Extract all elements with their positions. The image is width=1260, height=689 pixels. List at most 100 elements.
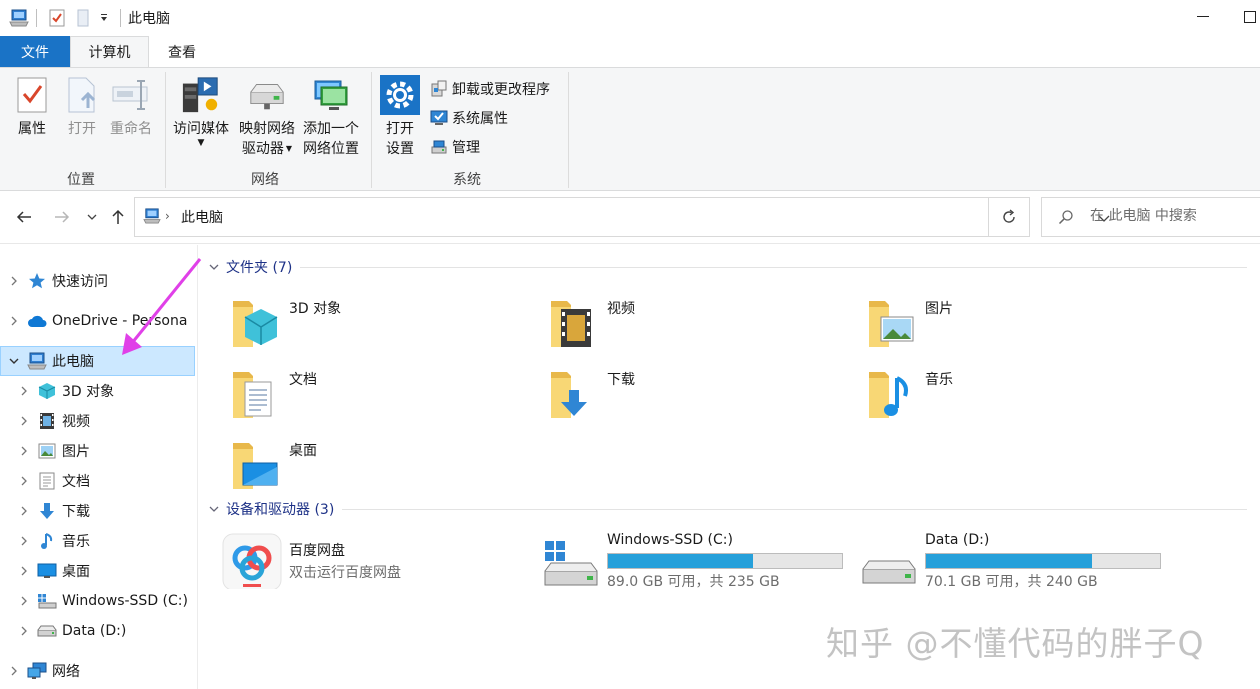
nav-label: 文档 [62, 474, 90, 490]
chevron-down-icon[interactable] [7, 354, 21, 368]
ribbon: 属性 打开 重命名 位置 访问媒体 ▼ 映射网络 驱动器 ▼ 添加一个 网络位置… [0, 67, 1260, 191]
up-button[interactable] [106, 205, 130, 229]
nav-label: OneDrive - Persona [52, 313, 188, 329]
access-media-button[interactable]: 访问媒体 ▼ [170, 74, 232, 148]
rename-icon [111, 74, 151, 116]
customize-toolbar-icon[interactable] [96, 7, 112, 29]
device-subtitle: 70.1 GB 可用，共 240 GB [925, 574, 1098, 590]
folder-pictures[interactable]: 图片 [835, 291, 1135, 355]
refresh-button[interactable] [989, 197, 1030, 237]
device-data-drive[interactable]: Data (D:) 70.1 GB 可用，共 240 GB [835, 529, 1161, 595]
nav-label: 3D 对象 [62, 384, 115, 400]
folder-downloads[interactable]: 下载 [517, 362, 817, 426]
forward-button[interactable] [50, 205, 74, 229]
tab-view[interactable]: 查看 [150, 36, 214, 67]
nav-3d-objects[interactable]: 3D 对象 [0, 376, 195, 406]
chevron-right-icon[interactable] [7, 664, 21, 678]
chevron-down-icon[interactable] [207, 505, 221, 513]
nav-windows-ssd[interactable]: Windows-SSD (C:) [0, 586, 195, 616]
computer-icon [143, 208, 161, 228]
nav-label: Data (D:) [62, 623, 127, 639]
recent-locations-button[interactable] [80, 205, 104, 229]
uninstall-programs-button[interactable]: 卸载或更改程序 [429, 77, 550, 101]
chevron-right-icon[interactable] [17, 444, 31, 458]
breadcrumb-chevron-icon[interactable]: › [165, 209, 170, 223]
open-label: 打开 [68, 121, 96, 137]
rename-label: 重命名 [110, 121, 152, 137]
maximize-button[interactable] [1240, 0, 1260, 34]
device-windows-ssd[interactable]: Windows-SSD (C:) 89.0 GB 可用，共 235 GB [517, 529, 843, 595]
tab-computer[interactable]: 计算机 [70, 36, 149, 68]
open-button[interactable]: 打开 [62, 74, 102, 139]
nav-data-drive[interactable]: Data (D:) [0, 616, 195, 646]
nav-pictures[interactable]: 图片 [0, 436, 195, 466]
chevron-right-icon[interactable] [17, 534, 31, 548]
minimize-button[interactable] [1180, 0, 1226, 34]
folder-name: 桌面 [289, 443, 317, 459]
nav-label: 音乐 [62, 534, 90, 550]
nav-downloads[interactable]: 下载 [0, 496, 195, 526]
chevron-right-icon[interactable] [17, 624, 31, 638]
folder-videos[interactable]: 视频 [517, 291, 817, 355]
nav-onedrive[interactable]: OneDrive - Persona [0, 306, 195, 336]
folder-documents[interactable]: 文档 [199, 362, 499, 426]
properties-label: 属性 [18, 121, 46, 137]
map-network-drive-label-2: 驱动器 [241, 141, 284, 157]
window-title: 此电脑 [128, 11, 170, 27]
chevron-right-icon[interactable] [17, 414, 31, 428]
nav-this-pc[interactable]: 此电脑 [0, 346, 195, 376]
folders-header-label: 文件夹 (7) [226, 260, 293, 276]
network-location-icon [311, 74, 351, 116]
open-settings-label-1: 打开 [386, 121, 414, 137]
properties-button[interactable]: 属性 [12, 74, 52, 139]
network-icon [27, 661, 47, 681]
folders-section-header[interactable]: 文件夹 (7) [207, 256, 1247, 278]
desktop-icon [233, 443, 278, 489]
folder-name: 音乐 [925, 372, 953, 388]
tab-file[interactable]: 文件 [0, 36, 70, 67]
nav-quick-access[interactable]: 快速访问 [0, 266, 195, 296]
dropdown-arrow-icon: ▼ [197, 138, 205, 148]
nav-network[interactable]: 网络 [0, 656, 195, 686]
new-folder-icon[interactable] [72, 7, 94, 29]
chevron-right-icon[interactable] [17, 474, 31, 488]
group-label-system: 系统 [453, 172, 481, 188]
chevron-right-icon[interactable] [17, 384, 31, 398]
baidu-netdisk-icon [222, 533, 282, 589]
device-name: Windows-SSD (C:) [607, 532, 733, 548]
computer-icon [27, 351, 47, 371]
nav-documents[interactable]: 文档 [0, 466, 195, 496]
chevron-right-icon[interactable] [7, 314, 21, 328]
chevron-right-icon[interactable] [17, 504, 31, 518]
device-baidu-netdisk[interactable]: 百度网盘 双击运行百度网盘 [199, 532, 519, 598]
chevron-right-icon[interactable] [17, 564, 31, 578]
chevron-down-icon[interactable] [207, 263, 221, 271]
back-button[interactable] [12, 205, 36, 229]
folder-desktop[interactable]: 桌面 [199, 433, 499, 497]
nav-music[interactable]: 音乐 [0, 526, 195, 556]
rename-button[interactable]: 重命名 [107, 74, 155, 139]
title-bar: 此电脑 [0, 0, 1260, 36]
folder-3d-objects[interactable]: 3D 对象 [199, 291, 499, 355]
devices-section-header[interactable]: 设备和驱动器 (3) [207, 498, 1247, 520]
folder-name: 文档 [289, 372, 317, 388]
uninstall-label: 卸载或更改程序 [452, 82, 550, 98]
search-icon [1058, 209, 1074, 229]
map-network-drive-button[interactable]: 映射网络 驱动器 ▼ [236, 74, 298, 159]
address-bar[interactable]: › 此电脑 [134, 197, 1110, 237]
add-network-location-button[interactable]: 添加一个 网络位置 [300, 74, 362, 159]
manage-button[interactable]: 管理 [429, 135, 480, 159]
access-media-label: 访问媒体 [173, 121, 229, 137]
open-settings-button[interactable]: 打开 设置 [379, 74, 421, 159]
drive-icon [862, 560, 916, 584]
system-properties-button[interactable]: 系统属性 [429, 106, 508, 130]
properties-check-icon[interactable] [46, 7, 68, 29]
search-input[interactable] [1090, 208, 1260, 224]
search-box[interactable] [1041, 197, 1260, 237]
nav-desktop[interactable]: 桌面 [0, 556, 195, 586]
nav-videos[interactable]: 视频 [0, 406, 195, 436]
breadcrumb-this-pc[interactable]: 此电脑 [181, 207, 223, 227]
chevron-right-icon[interactable] [17, 594, 31, 608]
folder-music[interactable]: 音乐 [835, 362, 1135, 426]
chevron-right-icon[interactable] [7, 274, 21, 288]
